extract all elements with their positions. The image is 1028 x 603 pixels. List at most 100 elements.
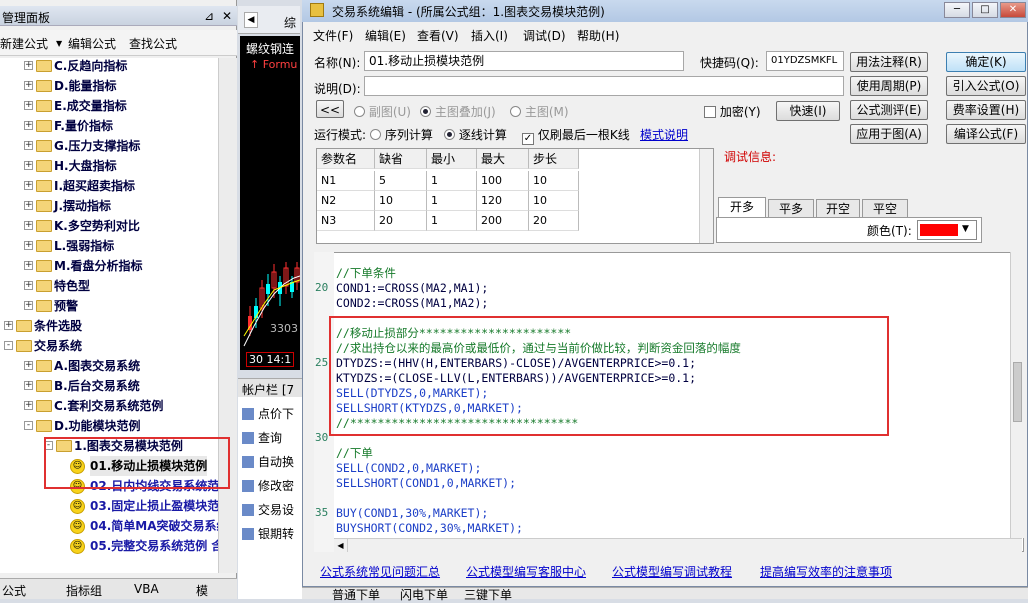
refresh-last-checkbox[interactable]: ✓ 仅刷最后一根K线 bbox=[522, 126, 630, 145]
help-link[interactable]: 公式模型编写客服中心 bbox=[466, 563, 586, 580]
pin-icon[interactable]: ⊿ bbox=[204, 9, 214, 23]
order-tab[interactable]: 开空 bbox=[816, 199, 860, 219]
dialog-button[interactable]: 编译公式(F) bbox=[946, 124, 1026, 144]
dialog-button[interactable]: 使用周期(P) bbox=[850, 76, 928, 96]
expand-icon[interactable]: + bbox=[24, 181, 33, 190]
param-cell[interactable]: 1 bbox=[427, 211, 477, 231]
param-cell[interactable]: 10 bbox=[375, 191, 427, 211]
tab-other[interactable]: 模 bbox=[196, 582, 208, 599]
expand-icon[interactable]: + bbox=[24, 401, 33, 410]
expand-icon[interactable]: + bbox=[24, 361, 33, 370]
chart-tab[interactable]: 综 bbox=[284, 14, 296, 31]
account-menu-item[interactable]: 自动换 bbox=[242, 453, 294, 470]
edit-formula-button[interactable]: 编辑公式 bbox=[68, 35, 116, 52]
menu-item[interactable]: 文件(F) bbox=[313, 27, 353, 44]
maximize-icon[interactable]: □ bbox=[972, 2, 998, 18]
minimize-icon[interactable]: ─ bbox=[944, 2, 970, 18]
account-menu-item[interactable]: 交易设 bbox=[242, 501, 294, 518]
collapse-button[interactable]: << bbox=[316, 100, 344, 118]
tree-folder[interactable]: - 交易系统 bbox=[0, 336, 218, 356]
dialog-button[interactable]: 应用于图(A) bbox=[850, 124, 928, 144]
expand-icon[interactable]: + bbox=[24, 141, 33, 150]
tree-folder[interactable]: - D.功能模块范例 bbox=[0, 416, 218, 436]
expand-icon[interactable]: + bbox=[24, 81, 33, 90]
param-cell[interactable]: 20 bbox=[375, 211, 427, 231]
editor-hscrollbar[interactable]: ◀ bbox=[334, 538, 1022, 552]
tree-folder[interactable]: + 预警 bbox=[0, 296, 218, 316]
tree-folder[interactable]: + I.超买超卖指标 bbox=[0, 176, 218, 196]
radio-main-chart[interactable]: 主图(M) bbox=[510, 103, 569, 120]
param-cell[interactable]: 20 bbox=[529, 211, 579, 231]
tree-formula[interactable]: ☺ 03.固定止损止盈模块范 bbox=[0, 496, 218, 516]
tree-folder[interactable]: + M.看盘分析指标 bbox=[0, 256, 218, 276]
new-formula-button[interactable]: 新建公式 bbox=[0, 35, 48, 52]
scroll-thumb[interactable] bbox=[1013, 362, 1022, 422]
name-field[interactable]: 01.移动止损模块范例 bbox=[364, 51, 684, 71]
dialog-button[interactable]: 引入公式(O) bbox=[946, 76, 1026, 96]
mode-help-link[interactable]: 模式说明 bbox=[640, 126, 688, 143]
account-menu-item[interactable]: 点价下 bbox=[242, 405, 294, 422]
param-cell[interactable]: 10 bbox=[529, 171, 579, 191]
tree-folder[interactable]: + E.成交量指标 bbox=[0, 96, 218, 116]
tree-folder[interactable]: + L.强弱指标 bbox=[0, 236, 218, 256]
tree-folder[interactable]: + K.多空势利对比 bbox=[0, 216, 218, 236]
help-link[interactable]: 公式模型编写调试教程 bbox=[612, 563, 732, 580]
expand-icon[interactable]: + bbox=[24, 381, 33, 390]
param-cell[interactable]: N2 bbox=[317, 191, 375, 211]
close-icon[interactable]: ✕ bbox=[222, 9, 232, 23]
dialog-button[interactable]: 费率设置(H) bbox=[946, 100, 1026, 120]
param-table-scrollbar[interactable] bbox=[699, 149, 713, 243]
help-link[interactable]: 提高编写效率的注意事项 bbox=[760, 563, 892, 580]
tree-folder[interactable]: + B.后台交易系统 bbox=[0, 376, 218, 396]
param-cell[interactable]: 120 bbox=[477, 191, 529, 211]
expand-icon[interactable]: + bbox=[24, 101, 33, 110]
radio-per-line[interactable]: 逐线计算 bbox=[444, 126, 507, 143]
param-cell[interactable]: 1 bbox=[427, 191, 477, 211]
order-mode-tab[interactable]: 三键下单 bbox=[464, 586, 512, 603]
param-cell[interactable]: 10 bbox=[529, 191, 579, 211]
scroll-left-icon[interactable]: ◀ bbox=[334, 539, 348, 552]
tree-folder[interactable]: + D.能量指标 bbox=[0, 76, 218, 96]
account-menu-item[interactable]: 修改密 bbox=[242, 477, 294, 494]
tree-folder[interactable]: + H.大盘指标 bbox=[0, 156, 218, 176]
tree-folder[interactable]: + J.摆动指标 bbox=[0, 196, 218, 216]
tab-indicator-group[interactable]: 指标组 bbox=[66, 582, 102, 599]
order-mode-tab[interactable]: 闪电下单 bbox=[400, 586, 448, 603]
dialog-button[interactable]: 确定(K) bbox=[946, 52, 1026, 72]
close-window-icon[interactable]: ✕ bbox=[1000, 2, 1026, 18]
menu-item[interactable]: 调试(D) bbox=[523, 27, 566, 44]
tree-folder[interactable]: + C.套利交易系统范例 bbox=[0, 396, 218, 416]
param-cell[interactable]: N3 bbox=[317, 211, 375, 231]
radio-sequence[interactable]: 序列计算 bbox=[370, 126, 433, 143]
menu-item[interactable]: 编辑(E) bbox=[365, 27, 406, 44]
param-cell[interactable]: 1 bbox=[427, 171, 477, 191]
collapse-icon[interactable]: - bbox=[4, 341, 13, 350]
chevron-down-icon[interactable]: ▼ bbox=[56, 39, 62, 48]
expand-icon[interactable]: + bbox=[24, 221, 33, 230]
tab-formula[interactable]: 公式 bbox=[2, 582, 26, 599]
param-cell[interactable]: N1 bbox=[317, 171, 375, 191]
param-cell[interactable]: 5 bbox=[375, 171, 427, 191]
editor-vscrollbar[interactable] bbox=[1010, 252, 1024, 538]
tree-folder[interactable]: + G.压力支撑指标 bbox=[0, 136, 218, 156]
radio-main-overlay[interactable]: 主图叠加(J) bbox=[420, 103, 496, 120]
expand-icon[interactable]: + bbox=[24, 261, 33, 270]
param-cell[interactable]: 100 bbox=[477, 171, 529, 191]
expand-icon[interactable]: + bbox=[24, 121, 33, 130]
help-link[interactable]: 公式系统常见问题汇总 bbox=[320, 563, 440, 580]
expand-icon[interactable]: + bbox=[4, 321, 13, 330]
expand-icon[interactable]: + bbox=[24, 201, 33, 210]
param-cell[interactable]: 200 bbox=[477, 211, 529, 231]
order-tab[interactable]: 平空 bbox=[862, 199, 908, 219]
order-mode-tab[interactable]: 普通下单 bbox=[332, 586, 380, 603]
shortcut-field[interactable]: 01YDZSMKFL bbox=[766, 51, 844, 71]
tree-formula[interactable]: ☺ 05.完整交易系统范例 含 bbox=[0, 536, 218, 556]
find-formula-button[interactable]: 查找公式 bbox=[129, 35, 177, 52]
tree-formula[interactable]: ☺ 04.简单MA突破交易系统 bbox=[0, 516, 218, 536]
tree-folder[interactable]: + A.图表交易系统 bbox=[0, 356, 218, 376]
tree-folder[interactable]: + 条件选股 bbox=[0, 316, 218, 336]
expand-icon[interactable]: + bbox=[24, 161, 33, 170]
tree-folder[interactable]: + F.量价指标 bbox=[0, 116, 218, 136]
dialog-button[interactable]: 公式测评(E) bbox=[850, 100, 928, 120]
encrypt-checkbox[interactable]: 加密(Y) bbox=[704, 103, 761, 120]
